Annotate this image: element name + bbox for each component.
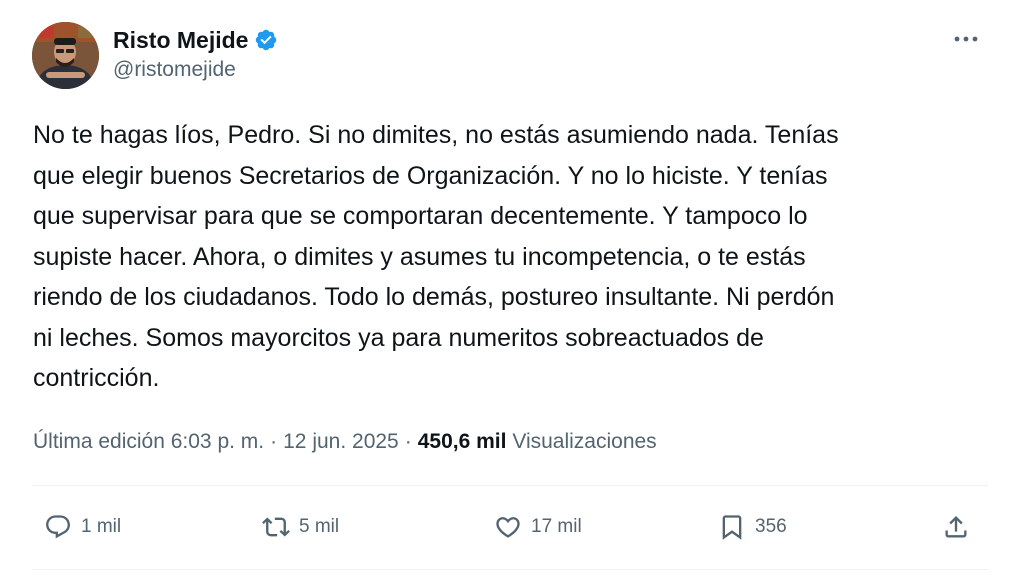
edited-label[interactable]: Última edición xyxy=(33,430,165,454)
heart-icon xyxy=(496,517,520,538)
action-bar: 1 mil 5 mil 17 mil 356 xyxy=(0,505,1024,549)
retweet-count: 5 mil xyxy=(299,516,340,537)
bookmark-icon xyxy=(722,515,742,540)
more-dots-icon xyxy=(954,36,978,42)
tweet-date[interactable]: 12 jun. 2025 xyxy=(283,430,399,454)
bookmark-count: 356 xyxy=(755,516,787,537)
reply-icon xyxy=(46,515,70,539)
author-handle[interactable]: @ristomejide xyxy=(113,58,236,82)
like-button[interactable]: 17 mil xyxy=(494,505,582,549)
retweet-icon xyxy=(262,517,290,537)
reply-count: 1 mil xyxy=(81,516,122,537)
reply-button[interactable]: 1 mil xyxy=(44,505,121,549)
meta-separator: · xyxy=(404,430,412,453)
author-display-name[interactable]: Risto Mejide xyxy=(113,27,248,54)
tweet-time[interactable]: 6:03 p. m. xyxy=(171,430,264,454)
avatar[interactable] xyxy=(32,22,99,89)
divider xyxy=(33,485,988,486)
retweet-button[interactable]: 5 mil xyxy=(262,505,339,549)
avatar-image xyxy=(32,22,99,89)
meta-separator: · xyxy=(270,430,278,453)
views-label: Visualizaciones xyxy=(512,430,657,453)
tweet-meta: Última edición 6:03 p. m. · 12 jun. 2025… xyxy=(33,425,657,459)
share-button[interactable] xyxy=(942,505,970,549)
bookmark-button[interactable]: 356 xyxy=(718,505,787,549)
share-icon xyxy=(945,516,967,538)
verified-badge-icon xyxy=(254,28,278,52)
more-options-button[interactable] xyxy=(948,24,984,54)
divider xyxy=(33,569,988,570)
author-name-row: Risto Mejide xyxy=(113,24,278,56)
tweet-card: Risto Mejide @ristomejide No te hagas lí… xyxy=(0,0,1024,576)
views-count: 450,6 mil xyxy=(417,430,507,453)
like-count: 17 mil xyxy=(531,516,582,537)
tweet-text: No te hagas líos, Pedro. Si no dimites, … xyxy=(33,121,839,392)
